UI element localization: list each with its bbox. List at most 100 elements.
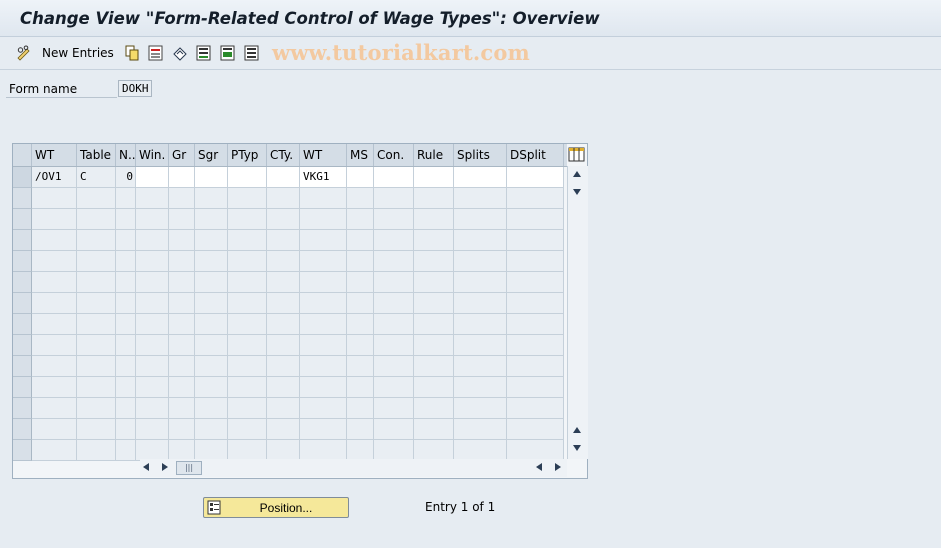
table-cell[interactable]: [300, 335, 347, 356]
table-cell[interactable]: [77, 188, 116, 209]
table-cell[interactable]: [32, 251, 77, 272]
table-cell[interactable]: [374, 419, 414, 440]
table-cell[interactable]: [169, 440, 195, 461]
scroll-left-icon[interactable]: [143, 463, 149, 471]
table-cell[interactable]: [116, 188, 136, 209]
table-cell[interactable]: [347, 314, 374, 335]
table-cell[interactable]: [507, 335, 564, 356]
table-cell[interactable]: [228, 440, 267, 461]
row-selector[interactable]: [13, 167, 32, 188]
table-cell[interactable]: [32, 314, 77, 335]
table-cell[interactable]: [454, 356, 507, 377]
table-cell[interactable]: [507, 440, 564, 461]
table-cell[interactable]: [228, 293, 267, 314]
delete-button[interactable]: [148, 44, 164, 62]
table-cell[interactable]: [414, 167, 454, 188]
table-cell[interactable]: [195, 188, 228, 209]
table-cell[interactable]: [136, 419, 169, 440]
column-header[interactable]: Win.: [136, 144, 169, 166]
table-cell[interactable]: [77, 377, 116, 398]
table-cell[interactable]: [267, 188, 300, 209]
row-selector[interactable]: [13, 188, 32, 209]
table-cell[interactable]: [32, 272, 77, 293]
table-cell[interactable]: [228, 419, 267, 440]
table-cell[interactable]: [414, 251, 454, 272]
table-cell[interactable]: [136, 230, 169, 251]
table-cell[interactable]: [77, 335, 116, 356]
table-cell[interactable]: [507, 209, 564, 230]
table-cell[interactable]: /OV1: [32, 167, 77, 188]
table-cell[interactable]: [507, 293, 564, 314]
deselect-all-button[interactable]: [244, 44, 260, 62]
table-cell[interactable]: [116, 209, 136, 230]
column-header[interactable]: Gr: [169, 144, 195, 166]
table-cell[interactable]: [300, 398, 347, 419]
table-cell[interactable]: [414, 314, 454, 335]
table-cell[interactable]: [195, 377, 228, 398]
table-cell[interactable]: [116, 230, 136, 251]
table-cell[interactable]: [414, 230, 454, 251]
row-selector[interactable]: [13, 335, 32, 356]
table-cell[interactable]: [374, 167, 414, 188]
table-cell[interactable]: [136, 356, 169, 377]
column-settings-button[interactable]: [567, 145, 587, 165]
table-cell[interactable]: [347, 251, 374, 272]
row-selector[interactable]: [13, 440, 32, 461]
table-cell[interactable]: [169, 272, 195, 293]
table-cell[interactable]: [454, 440, 507, 461]
table-cell[interactable]: [374, 188, 414, 209]
table-cell[interactable]: [169, 335, 195, 356]
table-cell[interactable]: [136, 293, 169, 314]
table-cell[interactable]: [454, 209, 507, 230]
horizontal-scroll-thumb[interactable]: |||: [176, 461, 202, 475]
table-cell[interactable]: [136, 440, 169, 461]
table-cell[interactable]: [116, 335, 136, 356]
table-cell[interactable]: [32, 419, 77, 440]
table-cell[interactable]: [347, 356, 374, 377]
column-header[interactable]: CTy.: [267, 144, 300, 166]
copy-button[interactable]: [124, 44, 140, 62]
table-cell[interactable]: [228, 167, 267, 188]
row-selector[interactable]: [13, 419, 32, 440]
table-cell[interactable]: [267, 356, 300, 377]
table-cell[interactable]: [136, 377, 169, 398]
table-cell[interactable]: [454, 335, 507, 356]
table-cell[interactable]: [136, 188, 169, 209]
table-cell[interactable]: [169, 230, 195, 251]
table-cell[interactable]: [195, 209, 228, 230]
form-name-field[interactable]: DOKH: [118, 80, 152, 97]
table-cell[interactable]: [136, 398, 169, 419]
table-cell[interactable]: [136, 209, 169, 230]
table-cell[interactable]: [195, 272, 228, 293]
table-cell[interactable]: [228, 188, 267, 209]
table-cell[interactable]: [507, 251, 564, 272]
table-cell[interactable]: [267, 209, 300, 230]
table-cell[interactable]: [77, 272, 116, 293]
table-cell[interactable]: [77, 398, 116, 419]
table-cell[interactable]: [169, 188, 195, 209]
table-cell[interactable]: [267, 335, 300, 356]
table-cell[interactable]: [136, 167, 169, 188]
table-cell[interactable]: [507, 398, 564, 419]
table-cell[interactable]: [136, 314, 169, 335]
table-cell[interactable]: [228, 251, 267, 272]
select-all-button[interactable]: [196, 44, 212, 62]
table-cell[interactable]: [300, 230, 347, 251]
table-cell[interactable]: [374, 356, 414, 377]
table-cell[interactable]: [195, 398, 228, 419]
column-header[interactable]: Table: [77, 144, 116, 166]
table-cell[interactable]: [195, 314, 228, 335]
row-selector[interactable]: [13, 293, 32, 314]
table-cell[interactable]: [136, 272, 169, 293]
table-cell[interactable]: [32, 188, 77, 209]
table-cell[interactable]: [169, 293, 195, 314]
undo-button[interactable]: [172, 44, 188, 62]
table-cell[interactable]: [347, 398, 374, 419]
table-cell[interactable]: [300, 209, 347, 230]
table-cell[interactable]: [454, 272, 507, 293]
table-cell[interactable]: [347, 419, 374, 440]
table-cell[interactable]: [116, 377, 136, 398]
position-button[interactable]: Position...: [203, 497, 349, 518]
table-cell[interactable]: [77, 251, 116, 272]
table-cell[interactable]: [267, 272, 300, 293]
